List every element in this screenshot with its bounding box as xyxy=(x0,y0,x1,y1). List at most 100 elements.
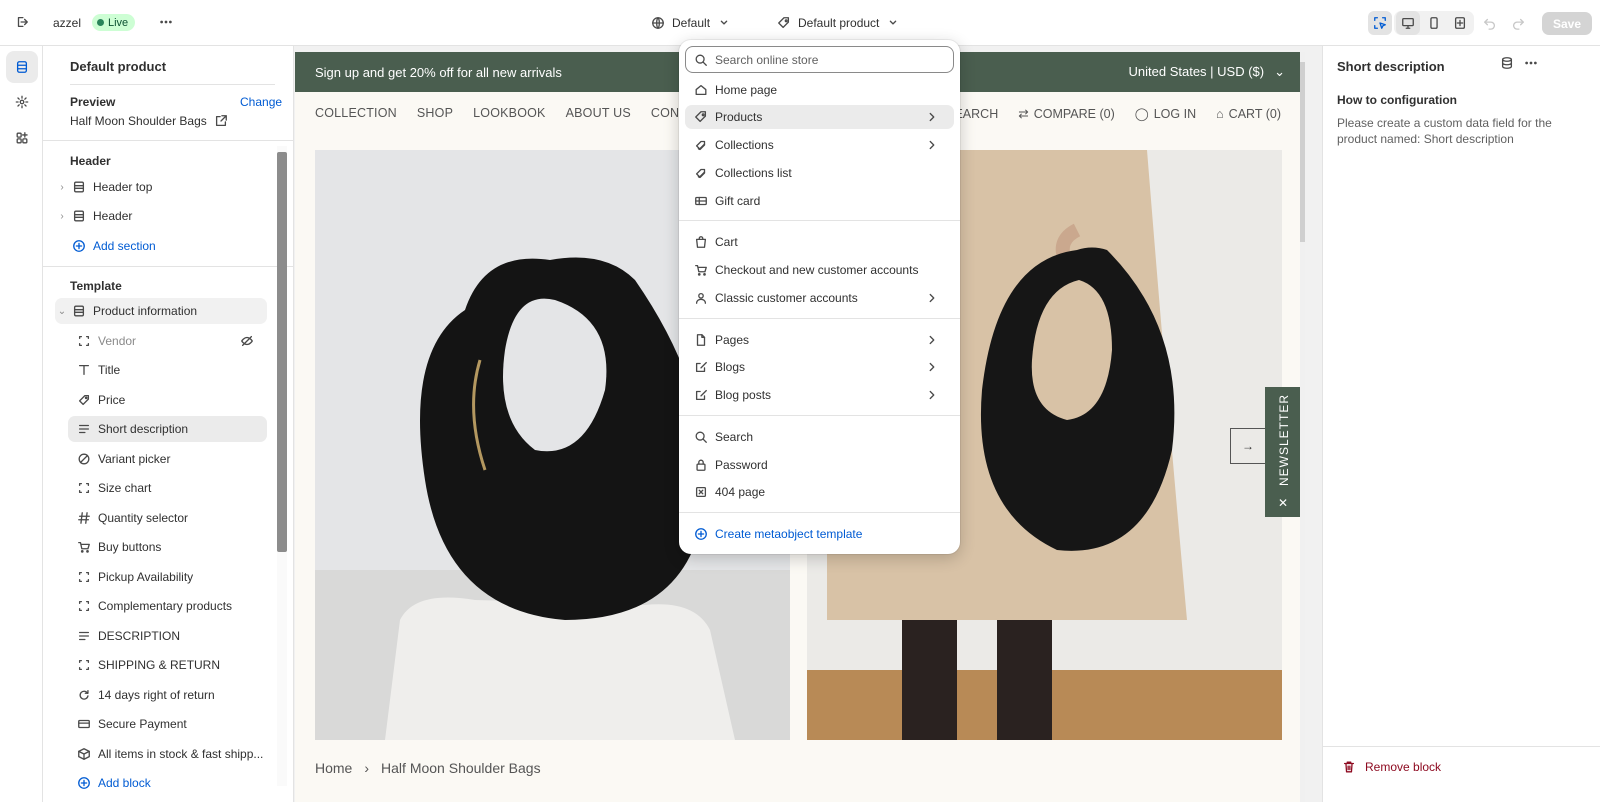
breadcrumb-home[interactable]: Home xyxy=(315,760,352,776)
section-product-information[interactable]: ⌄ Product information xyxy=(55,298,267,324)
menu-item-pages[interactable]: Pages xyxy=(685,328,954,352)
menu-item-collections[interactable]: Collections xyxy=(685,133,954,157)
box-icon xyxy=(76,746,92,762)
block-quantity-selector[interactable]: Quantity selector xyxy=(68,505,267,531)
more-horizontal-icon[interactable] xyxy=(158,14,174,30)
menu-item-label: Products xyxy=(715,110,763,124)
theme-selector[interactable]: Default xyxy=(650,15,732,31)
block-pickup-availability[interactable]: Pickup Availability xyxy=(68,564,267,590)
chevron-down-icon xyxy=(885,15,901,31)
exit-icon[interactable] xyxy=(14,14,30,30)
menu-item-label: Home page xyxy=(715,83,778,97)
fullscreen-view-button[interactable] xyxy=(1448,11,1472,35)
sections-rail-button[interactable] xyxy=(6,51,38,83)
menu-item-password[interactable]: Password xyxy=(685,453,954,477)
nav-item[interactable]: COLLECTION xyxy=(315,106,397,120)
divider xyxy=(70,84,275,85)
block-frame-icon xyxy=(76,657,92,673)
nav-item[interactable]: ABOUT US xyxy=(566,106,631,120)
mobile-view-button[interactable] xyxy=(1422,11,1446,35)
undo-icon[interactable] xyxy=(1482,15,1498,31)
menu-item-label: Classic customer accounts xyxy=(715,291,858,305)
add-section-button[interactable]: Add section xyxy=(69,233,281,259)
block-short-description[interactable]: Short description xyxy=(68,416,267,442)
block-title[interactable]: Title xyxy=(68,357,267,383)
eye-hidden-icon[interactable] xyxy=(239,333,255,349)
inspector-toggle-button[interactable] xyxy=(1368,11,1392,35)
add-block-button[interactable]: Add block xyxy=(68,770,267,796)
block-complementary-products[interactable]: Complementary products xyxy=(68,593,267,619)
divider xyxy=(43,266,293,267)
main-nav: COLLECTION SHOP LOOKBOOK ABOUT US CONTAC… xyxy=(315,106,733,120)
block-description[interactable]: DESCRIPTION xyxy=(68,623,267,649)
template-group-heading: Template xyxy=(70,279,122,293)
block-price[interactable]: Price xyxy=(68,387,267,413)
section-header[interactable]: › Header xyxy=(55,203,267,229)
section-header-top[interactable]: › Header top xyxy=(55,174,267,200)
country-currency-selector[interactable]: United States | USD ($) ⌄ xyxy=(1129,64,1286,80)
person-icon xyxy=(693,290,709,306)
next-image-button[interactable]: → xyxy=(1230,428,1266,464)
redo-icon[interactable] xyxy=(1510,15,1526,31)
menu-item-blog-posts[interactable]: Blog posts xyxy=(685,383,954,407)
close-icon[interactable]: ✕ xyxy=(1278,496,1289,510)
block-stock-shipping[interactable]: All items in stock & fast shipp... xyxy=(68,741,267,767)
menu-item-checkout[interactable]: Checkout and new customer accounts xyxy=(685,258,954,282)
menu-item-cart[interactable]: Cart xyxy=(685,230,954,254)
store-search-input[interactable] xyxy=(715,52,945,67)
database-icon[interactable] xyxy=(1499,55,1515,71)
preview-scrollbar-thumb[interactable] xyxy=(1300,62,1305,242)
block-size-chart[interactable]: Size chart xyxy=(68,475,267,501)
apps-rail-button[interactable] xyxy=(6,122,38,154)
menu-item-blogs[interactable]: Blogs xyxy=(685,355,954,379)
menu-item-label: Cart xyxy=(715,235,738,249)
block-variant-picker[interactable]: Variant picker xyxy=(68,446,267,472)
menu-item-gift-card[interactable]: Gift card xyxy=(685,189,954,213)
save-button[interactable]: Save xyxy=(1542,12,1592,35)
block-settings-panel: Short description How to configuration P… xyxy=(1322,46,1600,802)
block-frame-icon xyxy=(76,480,92,496)
remove-block-button[interactable]: Remove block xyxy=(1341,759,1441,775)
login-link-label: LOG IN xyxy=(1153,106,1197,121)
chevron-down-icon[interactable]: ⌄ xyxy=(55,306,69,317)
menu-item-search[interactable]: Search xyxy=(685,425,954,449)
store-search-field[interactable] xyxy=(685,46,954,73)
menu-item-collections-list[interactable]: Collections list xyxy=(685,161,954,185)
newsletter-tab[interactable]: NEWSLETTER ✕ xyxy=(1265,387,1302,517)
menu-item-home-page[interactable]: Home page xyxy=(685,78,954,102)
login-link[interactable]: ◯ LOG IN xyxy=(1135,106,1197,122)
menu-item-label: Pages xyxy=(715,333,750,347)
block-label: Complementary products xyxy=(98,599,233,613)
block-return-policy[interactable]: 14 days right of return xyxy=(68,682,267,708)
create-metaobject-template-button[interactable]: Create metaobject template xyxy=(685,522,954,546)
chevron-right-icon[interactable]: › xyxy=(55,182,69,193)
menu-item-products[interactable]: Products xyxy=(685,105,954,129)
plus-circle-icon xyxy=(71,238,87,254)
compare-link[interactable]: ⇄ COMPARE (0) xyxy=(1018,106,1115,122)
template-selector[interactable]: Default product xyxy=(776,15,901,31)
scrollbar-thumb[interactable] xyxy=(277,152,287,552)
block-shipping-return[interactable]: SHIPPING & RETURN xyxy=(68,652,267,678)
preview-scrollbar[interactable] xyxy=(1300,52,1305,802)
change-preview-link[interactable]: Change xyxy=(240,95,282,109)
desktop-view-button[interactable] xyxy=(1396,11,1420,35)
divider xyxy=(1323,746,1600,747)
block-vendor[interactable]: Vendor xyxy=(68,328,267,354)
nav-item[interactable]: LOOKBOOK xyxy=(473,106,545,120)
menu-item-404-page[interactable]: 404 page xyxy=(685,480,954,504)
block-secure-payment[interactable]: Secure Payment xyxy=(68,711,267,737)
section-label: Header xyxy=(93,209,133,223)
nav-item[interactable]: SHOP xyxy=(417,106,453,120)
menu-item-classic-accounts[interactable]: Classic customer accounts xyxy=(685,286,954,310)
chevron-right-icon xyxy=(924,332,940,348)
store-name[interactable]: azzel xyxy=(53,16,81,30)
section-icon xyxy=(71,303,87,319)
block-buy-buttons[interactable]: Buy buttons xyxy=(68,534,267,560)
chevron-right-icon xyxy=(924,387,940,403)
preview-product[interactable]: Half Moon Shoulder Bags xyxy=(70,113,229,129)
chevron-right-icon[interactable]: › xyxy=(55,211,69,222)
more-horizontal-icon[interactable] xyxy=(1523,55,1539,71)
menu-item-label: Password xyxy=(715,458,768,472)
theme-settings-rail-button[interactable] xyxy=(6,86,38,118)
cart-link[interactable]: ⌂ CART (0) xyxy=(1216,106,1281,121)
